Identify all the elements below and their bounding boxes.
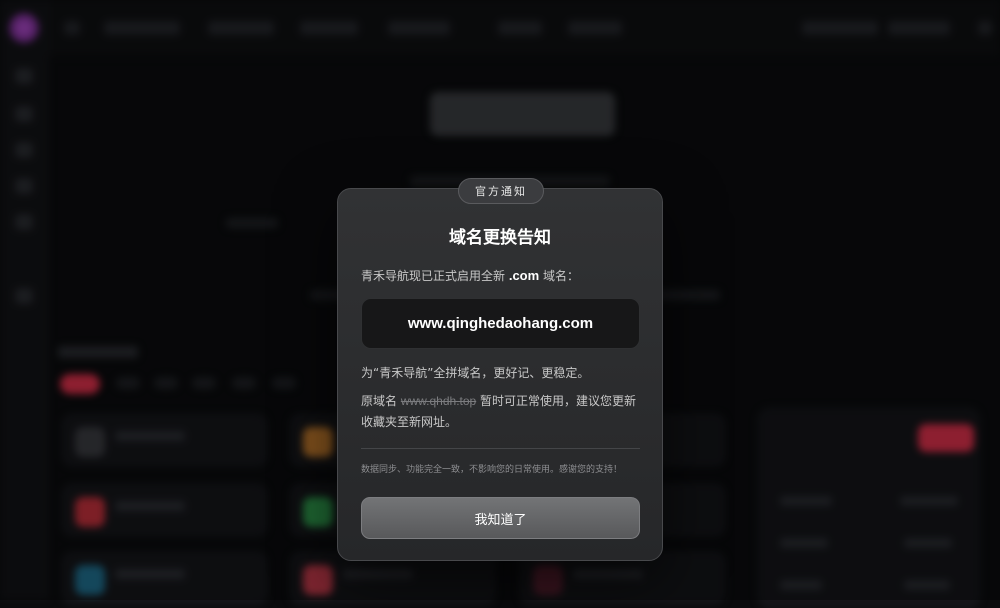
reason-text: 为“青禾导航”全拼域名，更好记、更稳定。 [361, 364, 589, 381]
domain-change-modal: 官方通知 域名更换告知 青禾导航现已正式启用全新 .com 域名： www.qi… [337, 188, 663, 561]
modal-title: 域名更换告知 [338, 223, 662, 248]
divider [361, 448, 640, 449]
intro-after: 域名： [539, 269, 579, 283]
footnote: 数据同步、功能完全一致，不影响您的日常使用。感谢您的支持！ [361, 462, 622, 475]
intro-before: 青禾导航现已正式启用全新 [361, 269, 509, 283]
intro-text: 青禾导航现已正式启用全新 .com 域名： [361, 267, 579, 284]
new-domain-box[interactable]: www.qinghedaohang.com [361, 298, 640, 349]
acknowledge-button[interactable]: 我知道了 [361, 497, 640, 539]
intro-tld: .com [509, 268, 539, 283]
official-notice-badge: 官方通知 [458, 178, 544, 204]
old-domain: www.qhdh.top [401, 394, 476, 408]
old-prefix: 原域名 [361, 394, 401, 408]
old-domain-text: 原域名 www.qhdh.top 暂时可正常使用，建议您更新收藏夹至新网址。 [361, 391, 643, 433]
